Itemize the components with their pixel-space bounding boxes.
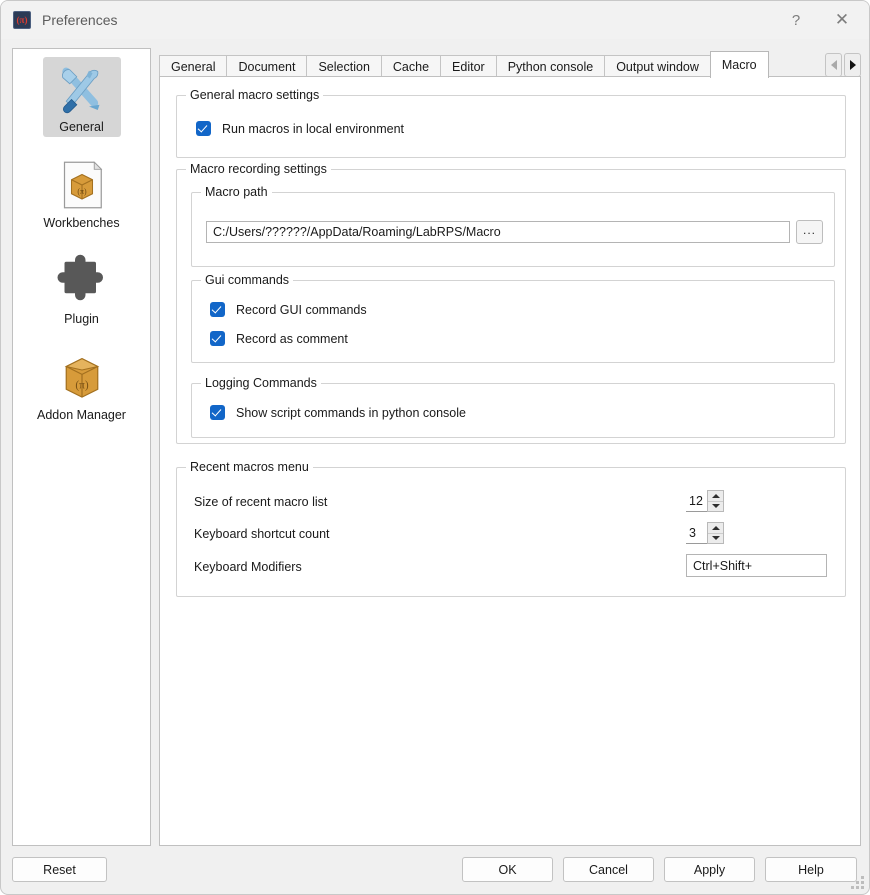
sidebar-item-label: General (59, 120, 103, 134)
checkbox-indicator[interactable] (210, 405, 225, 420)
apply-button[interactable]: Apply (664, 857, 755, 882)
spinner-value[interactable]: 12 (686, 490, 707, 512)
app-pi-icon: (π) (13, 11, 31, 29)
checkbox-label: Record GUI commands (236, 303, 367, 317)
cancel-button[interactable]: Cancel (563, 857, 654, 882)
group-title: General macro settings (186, 88, 323, 102)
checkbox-run-macros-local[interactable]: Run macros in local environment (196, 121, 404, 136)
caret-up-icon (712, 526, 720, 530)
checkbox-label: Run macros in local environment (222, 122, 404, 136)
ok-button[interactable]: OK (462, 857, 553, 882)
close-icon[interactable]: ✕ (819, 1, 865, 39)
sidebar-list[interactable]: General (π) Workbenches (12, 48, 151, 846)
tab-macro[interactable]: Macro (710, 51, 769, 78)
checkbox-record-as-comment[interactable]: Record as comment (210, 331, 348, 346)
workbench-box-icon: (π) (54, 157, 110, 213)
group-recent-macros-menu: Recent macros menu Size of recent macro … (176, 467, 846, 597)
puzzle-piece-icon (54, 253, 110, 309)
keyboard-modifiers-input[interactable]: Ctrl+Shift+ (686, 554, 827, 577)
sidebar-item-workbenches[interactable]: (π) Workbenches (13, 147, 150, 237)
group-gui-commands: Gui commands Record GUI commands Record … (191, 280, 835, 363)
checkbox-label: Record as comment (236, 332, 348, 346)
spinner-buttons[interactable] (707, 490, 724, 512)
checkbox-indicator[interactable] (210, 331, 225, 346)
group-title: Gui commands (201, 273, 293, 287)
spinner-keyboard-shortcut-count[interactable]: 3 (686, 522, 724, 544)
checkbox-indicator[interactable] (210, 302, 225, 317)
group-title: Macro recording settings (186, 162, 331, 176)
preferences-window: (π) Preferences ? ✕ (0, 0, 870, 895)
tab-content-panel: General macro settings Run macros in loc… (159, 76, 861, 846)
resize-grip[interactable] (851, 876, 864, 889)
svg-text:(π): (π) (75, 379, 89, 391)
macro-path-browse-button[interactable]: ... (796, 220, 823, 244)
sidebar-item-general[interactable]: General (13, 51, 150, 141)
spinner-down-button[interactable] (708, 534, 723, 544)
sidebar-item-label: Plugin (64, 312, 99, 326)
group-logging-commands: Logging Commands Show script commands in… (191, 383, 835, 438)
tab-editor[interactable]: Editor (440, 55, 497, 78)
tools-icon (54, 61, 110, 117)
tab-bar: General Document Selection Cache Editor … (159, 50, 861, 78)
checkbox-record-gui-commands[interactable]: Record GUI commands (210, 302, 367, 317)
tab-scroll-arrows (823, 53, 861, 77)
tab-document[interactable]: Document (226, 55, 307, 78)
label-keyboard-shortcut-count: Keyboard shortcut count (194, 527, 330, 541)
tab-output-window[interactable]: Output window (604, 55, 711, 78)
group-general-macro-settings: General macro settings Run macros in loc… (176, 95, 846, 158)
checkbox-label: Show script commands in python console (236, 406, 466, 420)
svg-text:(π): (π) (77, 187, 87, 196)
app-icon-glyph: (π) (17, 15, 28, 25)
group-macro-recording-settings: Macro recording settings Macro path C:/U… (176, 169, 846, 444)
help-icon[interactable]: ? (773, 1, 819, 39)
window-title: Preferences (42, 12, 117, 28)
spinner-up-button[interactable] (708, 523, 723, 534)
label-keyboard-modifiers: Keyboard Modifiers (194, 560, 302, 574)
spinner-buttons[interactable] (707, 522, 724, 544)
spinner-up-button[interactable] (708, 491, 723, 502)
spinner-size-of-recent-macro-list[interactable]: 12 (686, 490, 724, 512)
title-bar: (π) Preferences ? ✕ (1, 1, 869, 39)
sidebar-item-label: Addon Manager (37, 408, 126, 422)
tab-general[interactable]: General (159, 55, 227, 78)
sidebar-item-plugin[interactable]: Plugin (13, 243, 150, 333)
label-size-of-recent-macro-list: Size of recent macro list (194, 495, 327, 509)
group-macro-path: Macro path C:/Users/??????/AppData/Roami… (191, 192, 835, 267)
spinner-down-button[interactable] (708, 502, 723, 512)
tab-cache[interactable]: Cache (381, 55, 441, 78)
reset-button[interactable]: Reset (12, 857, 107, 882)
tabs-strip: General Document Selection Cache Editor … (159, 53, 768, 78)
chevron-right-icon (850, 60, 856, 70)
checkbox-indicator[interactable] (196, 121, 211, 136)
tab-python-console[interactable]: Python console (496, 55, 605, 78)
checkbox-show-script-commands[interactable]: Show script commands in python console (210, 405, 466, 420)
tab-scroll-left-button[interactable] (825, 53, 842, 77)
sidebar-item-addon-manager[interactable]: (π) Addon Manager (13, 339, 150, 429)
caret-up-icon (712, 494, 720, 498)
group-title: Logging Commands (201, 376, 321, 390)
tab-selection[interactable]: Selection (306, 55, 381, 78)
chevron-left-icon (831, 60, 837, 70)
help-button[interactable]: Help (765, 857, 857, 882)
caret-down-icon (712, 504, 720, 508)
macro-path-input[interactable]: C:/Users/??????/AppData/Roaming/LabRPS/M… (206, 221, 790, 243)
group-title: Recent macros menu (186, 460, 313, 474)
sidebar-item-label: Workbenches (43, 216, 119, 230)
caret-down-icon (712, 536, 720, 540)
addon-box-icon: (π) (54, 349, 110, 405)
group-title: Macro path (201, 185, 272, 199)
spinner-value[interactable]: 3 (686, 522, 707, 544)
tab-scroll-right-button[interactable] (844, 53, 861, 77)
